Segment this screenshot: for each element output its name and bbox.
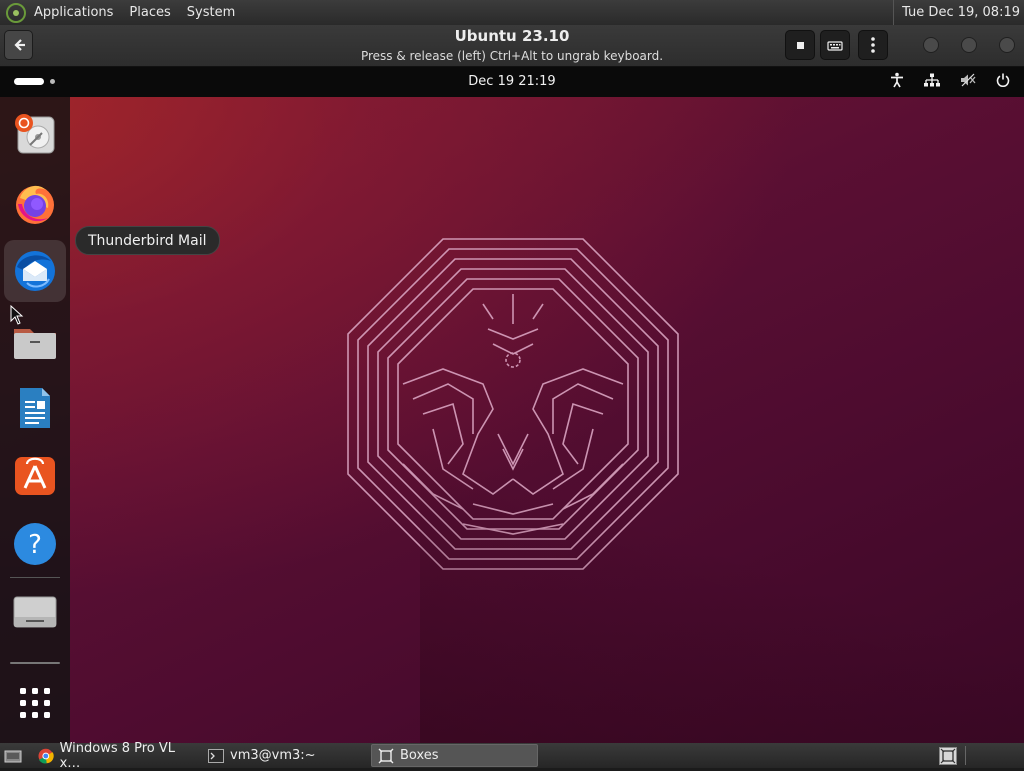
close-button[interactable] bbox=[999, 37, 1015, 53]
workspace-boxes-icon bbox=[939, 746, 957, 765]
kebab-menu-icon bbox=[871, 37, 875, 53]
help-icon: ? bbox=[14, 523, 56, 565]
thunderbird-icon bbox=[15, 251, 55, 291]
mate-logo-icon[interactable] bbox=[6, 2, 26, 23]
show-apps-button[interactable] bbox=[4, 672, 66, 734]
stop-icon bbox=[796, 41, 804, 49]
accessibility-icon[interactable] bbox=[890, 72, 904, 88]
applications-menu[interactable]: Applications bbox=[26, 5, 121, 20]
host-taskbar: Windows 8 Pro VL x… vm3@vm3:~ Boxes bbox=[0, 741, 1024, 771]
app-grid-icon bbox=[20, 688, 50, 718]
dock-item-help[interactable]: ? bbox=[4, 513, 66, 575]
dock-item-firefox[interactable] bbox=[4, 172, 66, 234]
drive-icon bbox=[13, 596, 57, 628]
system-status-area[interactable] bbox=[890, 72, 1010, 88]
ubuntu-installer-icon bbox=[15, 114, 55, 154]
minimize-button[interactable] bbox=[923, 37, 939, 53]
taskbar-item-label: vm3@vm3:~ bbox=[230, 748, 316, 763]
app-center-icon bbox=[15, 457, 55, 495]
minotaur-maze-icon bbox=[347, 238, 679, 570]
menu-button[interactable] bbox=[858, 30, 888, 60]
vm-display[interactable]: Dec 19 21:19 ? Thunderbird Mail bbox=[0, 67, 1024, 743]
host-clock[interactable]: Tue Dec 19, 08:19 bbox=[893, 0, 1024, 25]
taskbar-divider bbox=[965, 746, 966, 765]
power-icon[interactable] bbox=[996, 73, 1010, 87]
dock-item-installer[interactable] bbox=[4, 103, 66, 165]
taskbar-item-boxes[interactable]: Boxes bbox=[371, 744, 538, 767]
gnome-top-bar: Dec 19 21:19 bbox=[0, 67, 1024, 97]
dock-tooltip: Thunderbird Mail bbox=[75, 226, 220, 255]
libreoffice-writer-icon bbox=[20, 388, 50, 428]
boxes-header-bar: Ubuntu 23.10 Press & release (left) Ctrl… bbox=[0, 25, 1024, 67]
host-top-panel: Applications Places System Tue Dec 19, 0… bbox=[0, 0, 1024, 25]
chrome-icon bbox=[38, 748, 54, 763]
maximize-button[interactable] bbox=[961, 37, 977, 53]
places-menu[interactable]: Places bbox=[121, 5, 178, 20]
taskbar-item-chrome[interactable]: Windows 8 Pro VL x… bbox=[32, 741, 202, 771]
dock-item-writer[interactable] bbox=[4, 377, 66, 439]
ubuntu-wallpaper[interactable] bbox=[0, 97, 1024, 743]
taskbar-item-terminal[interactable]: vm3@vm3:~ bbox=[202, 744, 368, 767]
taskbar-item-label: Windows 8 Pro VL x… bbox=[59, 740, 176, 771]
keyboard-button[interactable] bbox=[820, 30, 850, 60]
show-desktop-button[interactable] bbox=[0, 744, 28, 767]
network-wired-icon[interactable] bbox=[924, 73, 940, 87]
dock-item-app-center[interactable] bbox=[4, 444, 66, 506]
mouse-pointer-icon bbox=[10, 305, 24, 325]
system-menu[interactable]: System bbox=[179, 5, 243, 20]
keyboard-icon bbox=[827, 41, 843, 51]
workspace-switcher[interactable] bbox=[936, 744, 960, 767]
stop-button[interactable] bbox=[785, 30, 815, 60]
terminal-icon bbox=[208, 748, 224, 763]
dock-item-thunderbird[interactable] bbox=[4, 240, 66, 302]
ubuntu-dock: ? bbox=[0, 97, 70, 743]
volume-muted-icon[interactable] bbox=[960, 73, 976, 87]
boxes-icon bbox=[378, 748, 394, 763]
host-menu-bar: Applications Places System bbox=[26, 5, 243, 20]
guest-clock[interactable]: Dec 19 21:19 bbox=[0, 74, 1024, 89]
dock-separator bbox=[10, 662, 60, 664]
taskbar-item-label: Boxes bbox=[400, 748, 439, 763]
firefox-icon bbox=[16, 185, 54, 224]
svg-text:?: ? bbox=[28, 530, 42, 560]
dock-item-drive[interactable] bbox=[4, 581, 66, 643]
dock-separator bbox=[10, 577, 60, 578]
show-desktop-icon bbox=[4, 750, 22, 762]
